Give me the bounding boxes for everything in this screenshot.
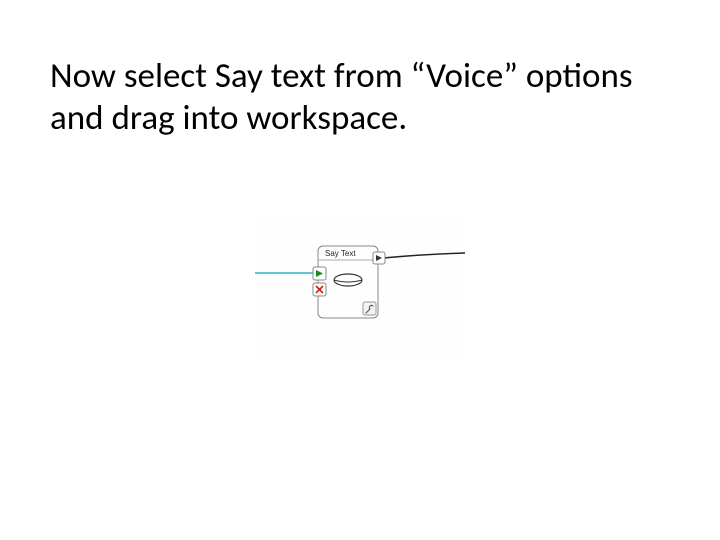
say-text-node[interactable]: Say Text <box>313 246 385 318</box>
output-wire <box>383 253 465 258</box>
instruction-heading: Now select Say text from “Voice” options… <box>50 55 670 139</box>
input-port-stop[interactable] <box>313 283 326 296</box>
slide: Now select Say text from “Voice” options… <box>0 0 720 540</box>
output-port[interactable] <box>373 252 385 264</box>
wrench-icon[interactable] <box>363 302 376 315</box>
input-port-play[interactable] <box>313 267 326 280</box>
node-title-text: Say Text <box>325 249 356 258</box>
workspace-diagram: Say Text <box>255 220 465 355</box>
workspace-svg: Say Text <box>255 220 465 355</box>
